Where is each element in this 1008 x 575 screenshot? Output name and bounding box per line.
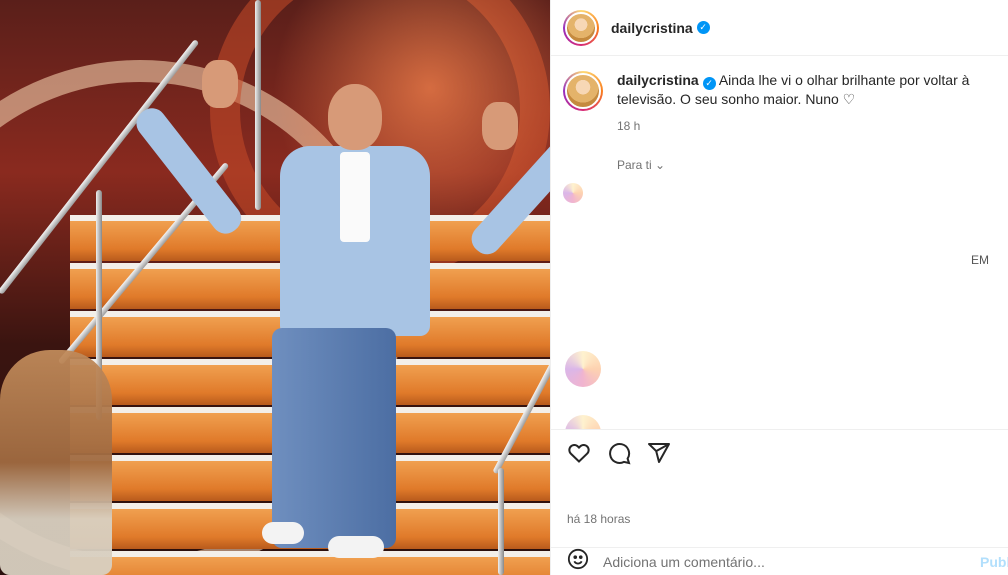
action-bar: [551, 430, 1008, 480]
spectator-foreground: [0, 350, 112, 575]
comment-input[interactable]: [603, 553, 963, 570]
comment-composer: Publicar: [551, 547, 1008, 575]
caption-username[interactable]: dailycristina: [617, 72, 699, 88]
post-image[interactable]: [0, 0, 550, 575]
avatar[interactable]: [563, 71, 603, 111]
man-on-stairs: [130, 60, 550, 575]
publish-button[interactable]: Publicar: [980, 554, 1008, 570]
post-header: dailycristina ✓: [551, 0, 1008, 56]
post-actions-area: há 18 horas: [551, 429, 1008, 526]
comment-avatar: [565, 415, 601, 429]
caption-time[interactable]: 18 h: [617, 117, 987, 136]
blurred-comment-fragment: EM: [971, 253, 989, 267]
post-sidebar: dailycristina ✓ dailycristina ✓ Ainda lhe…: [550, 0, 1008, 575]
comment-avatar: [563, 183, 583, 203]
emoji-icon[interactable]: [567, 548, 589, 575]
comments-section[interactable]: dailycristina ✓ Ainda lhe vi o olhar bril…: [551, 57, 1008, 429]
comment-icon[interactable]: [607, 441, 631, 470]
instagram-post-view: dailycristina ✓ dailycristina ✓ Ainda lhe…: [0, 0, 1008, 575]
for-you-filter[interactable]: Para ti ⌄: [617, 158, 996, 172]
comment-avatar: [565, 351, 601, 387]
send-icon[interactable]: [647, 441, 671, 470]
post-time[interactable]: há 18 horas: [567, 512, 630, 526]
post-caption: dailycristina ✓ Ainda lhe vi o olhar bril…: [563, 71, 996, 136]
heart-icon[interactable]: [567, 441, 591, 470]
avatar[interactable]: [563, 9, 599, 46]
verified-badge-icon: ✓: [702, 77, 716, 90]
verified-badge-icon: ✓: [696, 21, 710, 34]
username-link[interactable]: dailycristina: [611, 20, 693, 36]
